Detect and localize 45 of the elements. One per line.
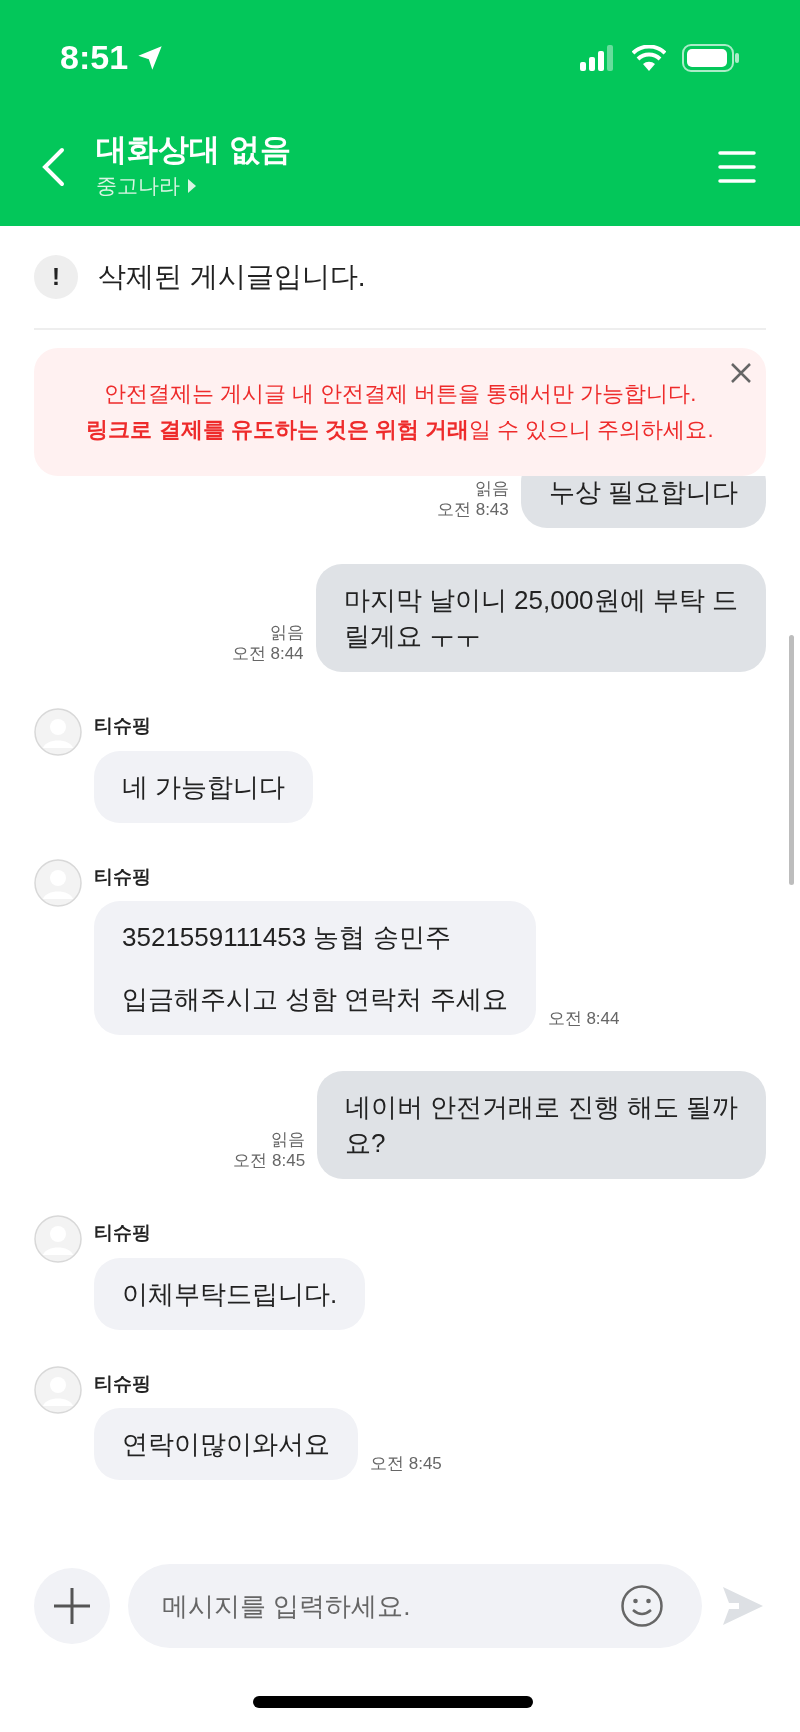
message-time: 오전 8:45: [233, 1149, 306, 1171]
wifi-icon: [632, 44, 666, 71]
battery-icon: [682, 43, 740, 72]
warning-text: 안전결제는 게시글 내 안전결제 버튼을 통해서만 가능합니다.: [103, 380, 697, 408]
close-button[interactable]: [730, 362, 752, 384]
sender-name: 티슈핑: [94, 714, 152, 738]
status-time: 8:51: [60, 37, 129, 78]
message-time: 오전 8:44: [231, 642, 304, 664]
avatar-icon: [34, 1215, 82, 1263]
plus-icon: [52, 1586, 92, 1626]
signal-icon: [580, 44, 616, 71]
avatar-icon: [34, 1365, 82, 1414]
caret-icon: [188, 178, 196, 193]
message-bubble: 네이버 안전거래로 진행 해도 될까 요?: [317, 1071, 766, 1179]
message-bubble: 누상 필요합니다: [520, 476, 766, 528]
read-receipt: 읽음: [271, 1128, 306, 1150]
message-bubble: 마지막 날이니 25,000원에 부탁 드 릴게요 ㅜㅜ: [315, 564, 766, 672]
message-bubble: 3521559111453 농협 송민주 입금해주시고 성함 연락처 주세요: [94, 901, 536, 1035]
sender-name: 티슈핑: [94, 1221, 152, 1245]
sender-name: 티슈핑: [94, 864, 152, 889]
location-arrow-icon: [136, 43, 165, 72]
avatar-icon: [34, 858, 82, 907]
close-icon: [730, 362, 752, 384]
message-time: 오전 8:44: [547, 1007, 620, 1030]
smiley-icon: [620, 1584, 664, 1628]
back-button[interactable]: [40, 146, 66, 187]
message-time: 오전 8:43: [436, 498, 509, 520]
message-bubble: 연락이많이와서요: [94, 1408, 358, 1480]
alert-icon: !: [34, 255, 78, 299]
message-bubble: 이체부탁드립니다.: [94, 1257, 366, 1330]
read-receipt: 읽음: [474, 477, 509, 499]
sender-name: 티슈핑: [94, 1371, 152, 1396]
message-time: 오전 8:45: [370, 1452, 442, 1475]
chat-subtitle[interactable]: 중고나라: [96, 170, 180, 202]
chat-title: 대화상대 없음: [96, 131, 292, 170]
send-icon: [721, 1585, 765, 1627]
message-field[interactable]: 메시지를 입력하세요.: [162, 1586, 620, 1626]
menu-icon: [718, 149, 756, 184]
notice-text: 삭제된 게시글입니다.: [98, 260, 366, 294]
read-receipt: 읽음: [269, 621, 304, 643]
message-composer[interactable]: 메시지를 입력하세요.: [128, 1564, 702, 1648]
message-bubble: 네 가능합니다: [94, 750, 314, 823]
back-icon: [40, 146, 66, 187]
avatar-icon: [34, 708, 82, 756]
warning-text: 링크로 결제를 유도하는 것은 위험 거래일 수 있으니 주의하세요.: [86, 416, 714, 444]
